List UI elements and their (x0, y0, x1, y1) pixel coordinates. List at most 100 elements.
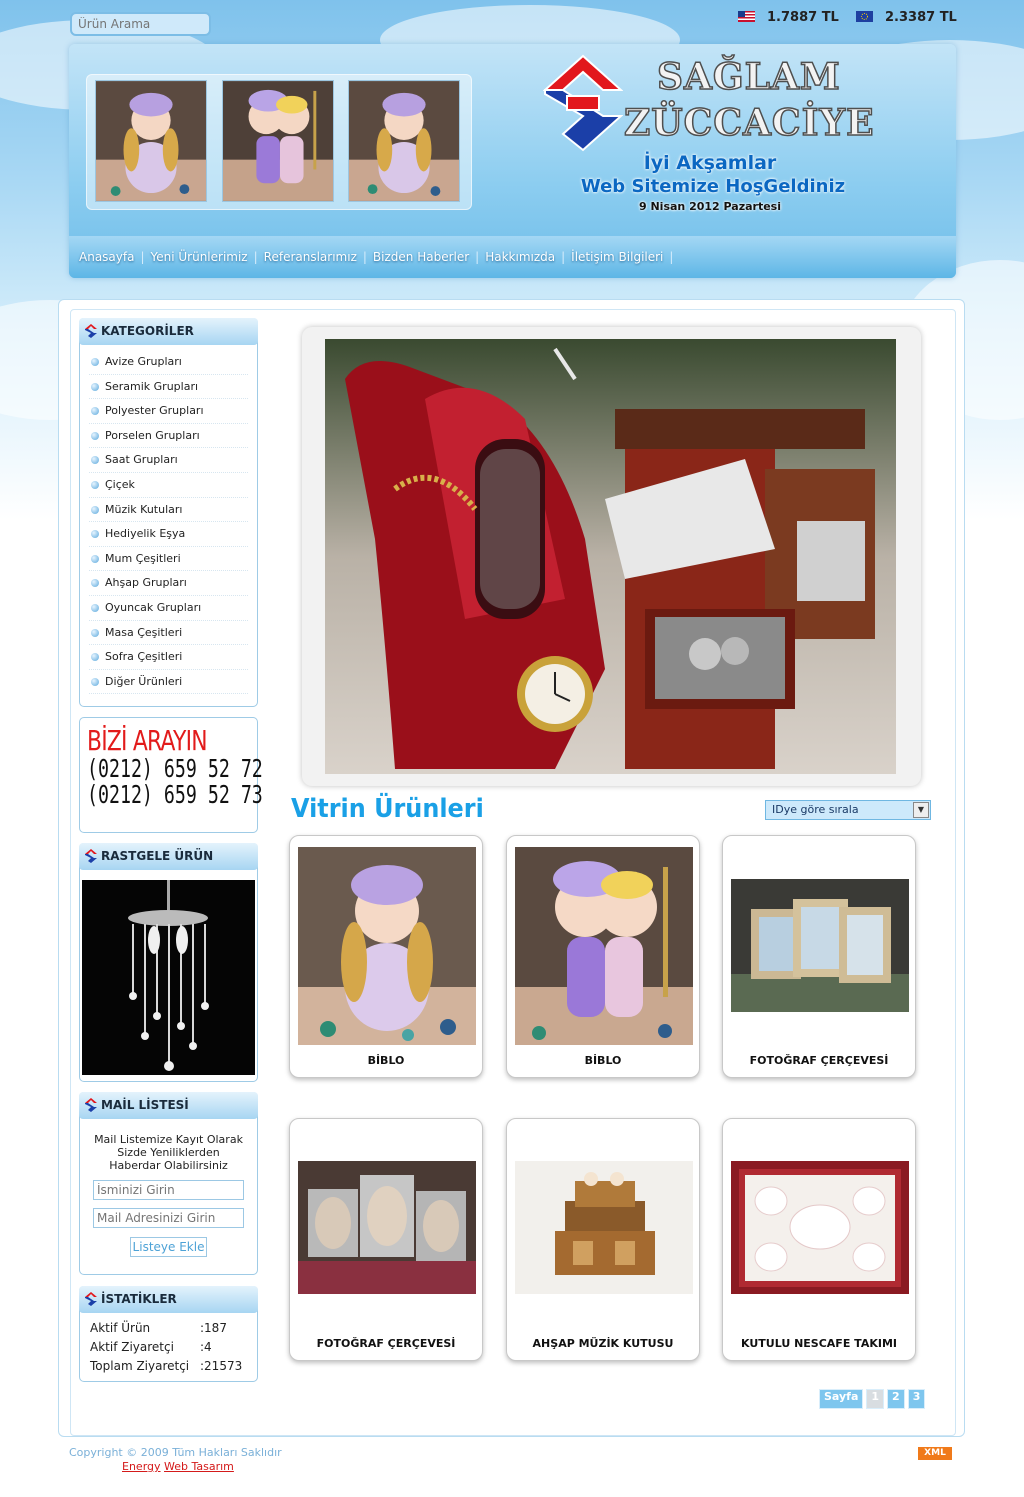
subscribe-button[interactable]: Listeye Ekle (129, 1237, 208, 1257)
statistics-header: İSTATİKLER (79, 1286, 258, 1313)
category-item[interactable]: Masa Çeşitleri (89, 621, 248, 646)
phone-number-2: (0212) 659 52 73 (87, 780, 263, 809)
product-card[interactable]: AHŞAP MÜZİK KUTUSU (506, 1118, 700, 1361)
slideshow-image[interactable] (325, 339, 896, 774)
pagination: Sayfa 1 2 3 (819, 1389, 926, 1409)
header-thumb-doll[interactable] (95, 80, 207, 202)
sort-select-value: IDye göre sırala (772, 803, 859, 816)
brand-s-icon (85, 849, 97, 863)
phone-number-1: (0212) 659 52 72 (87, 754, 263, 783)
stat-row: Aktif Ürün:187 (80, 1319, 257, 1338)
stat-label: Toplam Ziyaretçi (90, 1359, 190, 1373)
eur-rate-value: 2.3387 TL (885, 10, 957, 25)
product-image-coffee-set[interactable] (731, 1161, 909, 1294)
usd-rate-value: 1.7887 TL (767, 10, 839, 25)
product-card[interactable]: BİBLO (506, 835, 700, 1078)
categories-header: KATEGORİLER (79, 318, 258, 345)
header-thumb-doll-2[interactable] (348, 80, 460, 202)
footer-link-energy[interactable]: Energy (122, 1460, 161, 1473)
page-link[interactable]: 2 (887, 1389, 905, 1409)
nav-item[interactable]: Anasayfa (79, 250, 134, 264)
call-us-title: BİZİ ARAYIN (87, 724, 208, 757)
sort-select[interactable]: IDye göre sırala ▼ (765, 800, 931, 820)
nav-item[interactable]: Referanslarımız (264, 250, 357, 264)
mail-list-text: Mail Listemize Kayıt Olarak Sizde Yenili… (94, 1133, 243, 1172)
brand-name-line1: SAĞLAM (656, 55, 841, 99)
welcome-text: Web Sitemize HoşGeldiniz (580, 176, 846, 197)
categories-title: KATEGORİLER (101, 324, 194, 338)
nav-item[interactable]: İletişim Bilgileri (571, 250, 663, 264)
product-image-couple[interactable] (515, 847, 693, 1045)
category-item[interactable]: Çiçek (89, 473, 248, 498)
footer-links: Energy Web Tasarım (122, 1460, 234, 1473)
nav-item[interactable]: Hakkımızda (485, 250, 555, 264)
category-item[interactable]: Mum Çeşitleri (89, 547, 248, 572)
search-input[interactable] (70, 12, 211, 36)
xml-feed-badge[interactable]: XML (918, 1447, 952, 1460)
nav-separator: | (253, 250, 258, 264)
product-name[interactable]: BİBLO (507, 1054, 699, 1067)
product-card[interactable]: BİBLO (289, 835, 483, 1078)
nav-item[interactable]: Bizden Haberler (373, 250, 469, 264)
product-image-doll[interactable] (298, 847, 476, 1045)
stat-value: :4 (200, 1340, 212, 1354)
statistics-rows: Aktif Ürün:187 Aktif Ziyaretçi :4 Toplam Zi… (80, 1313, 257, 1376)
product-card[interactable]: FOTOĞRAF ÇERÇEVESİ (289, 1118, 483, 1361)
name-input[interactable] (93, 1180, 244, 1200)
product-card[interactable]: FOTOĞRAF ÇERÇEVESİ (722, 835, 916, 1078)
nav-separator: | (561, 250, 566, 264)
chevron-down-icon[interactable]: ▼ (913, 802, 929, 818)
page-link[interactable]: 1 (866, 1389, 885, 1409)
date-text: 9 Nisan 2012 Pazartesi (638, 200, 781, 213)
us-flag-icon (738, 11, 755, 22)
category-item[interactable]: Avize Grupları (89, 350, 248, 375)
product-card[interactable]: KUTULU NESCAFE TAKIMI (722, 1118, 916, 1361)
mail-list-box: MAİL LİSTESİ Mail Listemize Kayıt Olarak… (79, 1092, 258, 1275)
brand-s-icon (85, 324, 97, 338)
product-image-silver-frames[interactable] (298, 1161, 476, 1294)
footer-link-web-design[interactable]: Web Tasarım (164, 1460, 234, 1473)
product-image-wooden-music-box[interactable] (515, 1161, 693, 1294)
nav-item[interactable]: Yeni Ürünlerimiz (151, 250, 248, 264)
brand-logo-icon[interactable] (543, 54, 623, 152)
category-item[interactable]: Müzik Kutuları (89, 498, 248, 523)
mail-list-header: MAİL LİSTESİ (79, 1092, 258, 1119)
category-item[interactable]: Seramik Grupları (89, 375, 248, 400)
brand-s-icon (85, 1292, 97, 1306)
category-item[interactable]: Polyester Grupları (89, 399, 248, 424)
product-name[interactable]: BİBLO (290, 1054, 482, 1067)
product-name[interactable]: FOTOĞRAF ÇERÇEVESİ (290, 1337, 482, 1350)
random-product-chandelier-image[interactable] (82, 880, 255, 1075)
header-thumb-couple[interactable] (222, 80, 334, 202)
usd-rate: 1.7887 TL (738, 10, 839, 25)
category-item[interactable]: Hediyelik Eşya (89, 522, 248, 547)
product-name[interactable]: AHŞAP MÜZİK KUTUSU (507, 1337, 699, 1350)
mail-list-title: MAİL LİSTESİ (101, 1098, 189, 1112)
category-item[interactable]: Sofra Çeşitleri (89, 645, 248, 670)
product-name[interactable]: KUTULU NESCAFE TAKIMI (723, 1337, 915, 1350)
email-input[interactable] (93, 1208, 244, 1228)
brand-s-icon (85, 1098, 97, 1112)
page-link[interactable]: 3 (907, 1389, 926, 1409)
product-name[interactable]: FOTOĞRAF ÇERÇEVESİ (723, 1054, 915, 1067)
copyright-text: Copyright © 2009 Tüm Hakları Saklıdır (69, 1446, 282, 1459)
nav-separator: | (669, 250, 674, 264)
random-product-box: RASTGELE ÜRÜN (79, 843, 258, 1082)
eu-flag-icon (856, 11, 873, 22)
category-item[interactable]: Saat Grupları (89, 448, 248, 473)
stat-value: :21573 (200, 1359, 243, 1373)
category-item[interactable]: Oyuncak Grupları (89, 596, 248, 621)
category-item[interactable]: Diğer Ürünleri (89, 670, 248, 695)
showcase-title: Vitrin Ürünleri (291, 794, 484, 824)
stat-label: Aktif Ziyaretçi (90, 1340, 174, 1354)
eur-rate: 2.3387 TL (856, 10, 957, 25)
call-us-box: BİZİ ARAYIN (0212) 659 52 72 (0212) 659 … (79, 717, 263, 833)
stat-value: :187 (200, 1321, 227, 1335)
category-item[interactable]: Porselen Grupları (89, 424, 248, 449)
nav-separator: | (140, 250, 145, 264)
category-list: Avize Grupları Seramik Grupları Polyester … (80, 345, 257, 695)
product-image-photo-frames[interactable] (731, 879, 909, 1012)
statistics-title: İSTATİKLER (101, 1292, 177, 1306)
statistics-box: İSTATİKLER Aktif Ürün:187 Aktif Ziyaretçi… (79, 1286, 258, 1382)
category-item[interactable]: Ahşap Grupları (89, 571, 248, 596)
